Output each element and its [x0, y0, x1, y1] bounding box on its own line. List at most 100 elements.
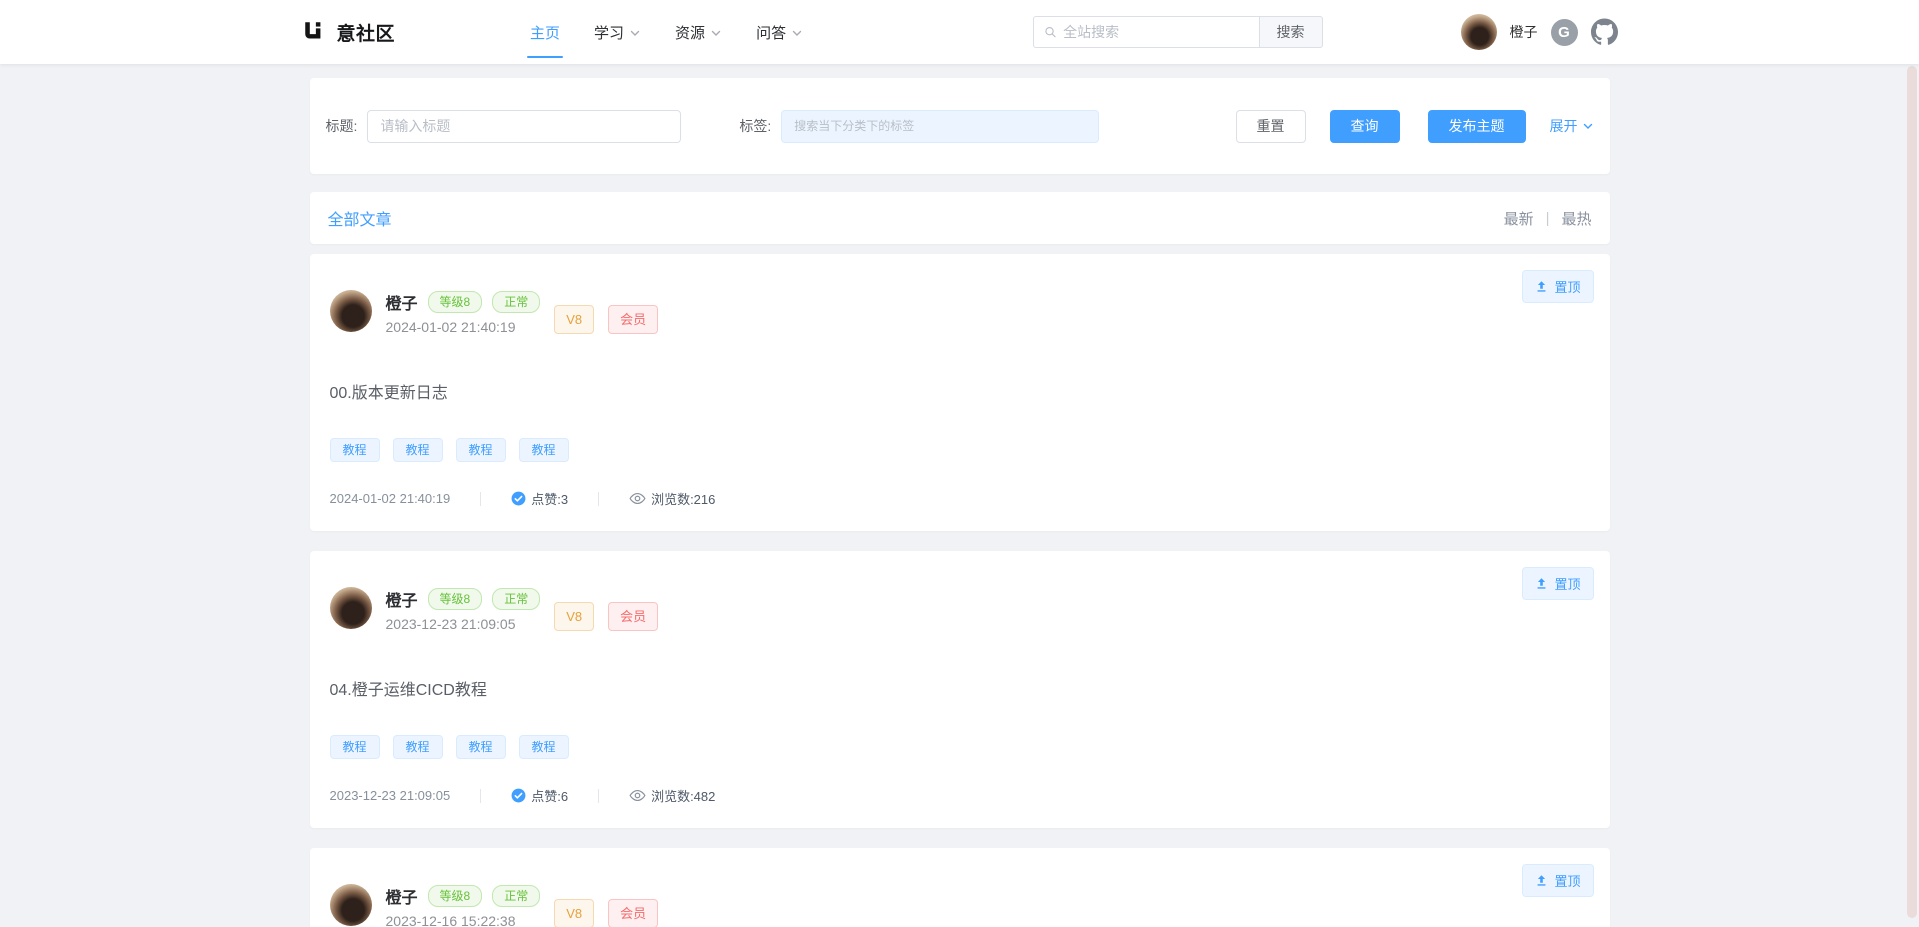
post-author-row: 橙子 等级8 正常 2023-12-16 15:22:38 V8 会员	[330, 884, 1590, 927]
post-tag[interactable]: 教程	[519, 735, 569, 759]
level-badge: 等级8	[428, 588, 483, 610]
pin-button[interactable]: 置顶	[1522, 864, 1593, 897]
vip-badge: V8	[554, 602, 594, 631]
post-footer: 2023-12-23 21:09:05 点赞:6 浏览数:482	[330, 786, 1590, 805]
nav-item-learn[interactable]: 学习	[577, 0, 658, 64]
filter-bar: 标题: 标签: 重置 查询 发布主题 展开	[310, 78, 1610, 174]
status-badge: 正常	[492, 588, 540, 610]
divider	[598, 789, 599, 803]
likes-label: 点赞:3	[531, 489, 568, 508]
author-name[interactable]: 橙子	[386, 290, 418, 314]
post-datetime: 2023-12-23 21:09:05	[386, 616, 541, 632]
post-datetime: 2023-12-16 15:22:38	[386, 913, 541, 927]
pin-top-icon	[1535, 577, 1548, 590]
vip-badge: V8	[554, 899, 594, 927]
pin-button[interactable]: 置顶	[1522, 270, 1593, 303]
divider	[598, 492, 599, 506]
pin-top-icon	[1535, 280, 1548, 293]
main-nav: 主页 学习 资源 问答	[513, 0, 820, 64]
post-title[interactable]: 00.版本更新日志	[330, 379, 1590, 403]
author-name[interactable]: 橙子	[386, 884, 418, 908]
views-label: 浏览数:216	[651, 489, 715, 508]
user-avatar[interactable]	[1461, 14, 1497, 50]
query-button[interactable]: 查询	[1330, 110, 1400, 143]
gitee-icon[interactable]: G	[1551, 19, 1578, 46]
post-author-row: 橙子 等级8 正常 2023-12-23 21:09:05 V8 会员	[330, 587, 1590, 632]
post-tags: 教程 教程 教程 教程	[330, 735, 1590, 759]
nav-item-qa[interactable]: 问答	[739, 0, 820, 64]
post-tag[interactable]: 教程	[519, 438, 569, 462]
post-tag[interactable]: 教程	[456, 735, 506, 759]
chevron-down-icon	[710, 27, 722, 39]
list-header-bar: 全部文章 最新 | 最热	[310, 192, 1610, 244]
pin-top-icon	[1535, 874, 1548, 887]
author-avatar[interactable]	[330, 884, 372, 926]
nav-label: 主页	[530, 22, 560, 43]
top-header: 意社区 主页 学习 资源 问答 搜索	[0, 0, 1919, 64]
scrollbar-thumb[interactable]	[1907, 66, 1917, 918]
post-footer: 2024-01-02 21:40:19 点赞:3 浏览数:216	[330, 489, 1590, 508]
like-check-icon	[511, 491, 526, 506]
post-tag[interactable]: 教程	[393, 735, 443, 759]
reset-button[interactable]: 重置	[1236, 110, 1306, 143]
post-tag[interactable]: 教程	[330, 735, 380, 759]
vip-badge: V8	[554, 305, 594, 334]
chevron-down-icon	[791, 27, 803, 39]
sort-separator: |	[1546, 210, 1550, 227]
search-button[interactable]: 搜索	[1259, 16, 1323, 48]
post-card: 置顶 橙子 等级8 正常 2023-12-16 15:22:38 V8 会员	[310, 848, 1610, 927]
pin-button[interactable]: 置顶	[1522, 567, 1593, 600]
chevron-down-icon	[629, 27, 641, 39]
title-filter-input[interactable]	[367, 110, 681, 143]
member-badge: 会员	[608, 305, 658, 334]
pin-label: 置顶	[1554, 871, 1580, 890]
expand-toggle[interactable]: 展开	[1550, 116, 1594, 136]
tag-filter-input[interactable]	[781, 110, 1099, 143]
author-avatar[interactable]	[330, 290, 372, 332]
nav-label: 问答	[756, 22, 786, 43]
likes-stat: 点赞:6	[511, 786, 568, 805]
pin-label: 置顶	[1554, 277, 1580, 296]
divider	[480, 789, 481, 803]
post-footer-date: 2023-12-23 21:09:05	[330, 788, 451, 803]
all-articles-tab[interactable]: 全部文章	[328, 206, 392, 230]
post-author-row: 橙子 等级8 正常 2024-01-02 21:40:19 V8 会员	[330, 290, 1590, 335]
nav-item-home[interactable]: 主页	[513, 0, 577, 64]
post-tag[interactable]: 教程	[393, 438, 443, 462]
post-tag[interactable]: 教程	[330, 438, 380, 462]
site-title: 意社区	[337, 19, 396, 46]
logo-icon	[302, 19, 328, 45]
status-badge: 正常	[492, 291, 540, 313]
eye-icon	[629, 491, 646, 506]
post-card: 置顶 橙子 等级8 正常 2023-12-23 21:09:05 V8 会员 0…	[310, 551, 1610, 828]
header-user-area: 橙子 G	[1461, 14, 1618, 50]
post-footer-date: 2024-01-02 21:40:19	[330, 491, 451, 506]
level-badge: 等级8	[428, 885, 483, 907]
main-content: 标题: 标签: 重置 查询 发布主题 展开 全部文章 最新 | 最热 置顶	[310, 64, 1610, 927]
sort-newest[interactable]: 最新	[1504, 208, 1534, 229]
post-tags: 教程 教程 教程 教程	[330, 438, 1590, 462]
post-title[interactable]: 04.橙子运维CICD教程	[330, 676, 1590, 700]
views-stat: 浏览数:216	[629, 489, 715, 508]
chevron-down-icon	[1582, 120, 1594, 132]
post-datetime: 2024-01-02 21:40:19	[386, 319, 541, 335]
site-logo[interactable]: 意社区	[302, 19, 396, 46]
github-icon[interactable]	[1591, 19, 1618, 46]
like-check-icon	[511, 788, 526, 803]
publish-topic-button[interactable]: 发布主题	[1428, 110, 1526, 143]
sort-hottest[interactable]: 最热	[1561, 208, 1591, 229]
title-filter-label: 标题:	[326, 116, 358, 136]
search-input[interactable]	[1063, 24, 1248, 40]
views-label: 浏览数:482	[651, 786, 715, 805]
member-badge: 会员	[608, 602, 658, 631]
status-badge: 正常	[492, 885, 540, 907]
author-name[interactable]: 橙子	[386, 587, 418, 611]
nav-item-resources[interactable]: 资源	[658, 0, 739, 64]
user-name[interactable]: 橙子	[1510, 22, 1538, 42]
pin-label: 置顶	[1554, 574, 1580, 593]
global-search: 搜索	[1033, 16, 1323, 48]
author-avatar[interactable]	[330, 587, 372, 629]
eye-icon	[629, 788, 646, 803]
post-tag[interactable]: 教程	[456, 438, 506, 462]
tag-filter-label: 标签:	[739, 116, 771, 136]
